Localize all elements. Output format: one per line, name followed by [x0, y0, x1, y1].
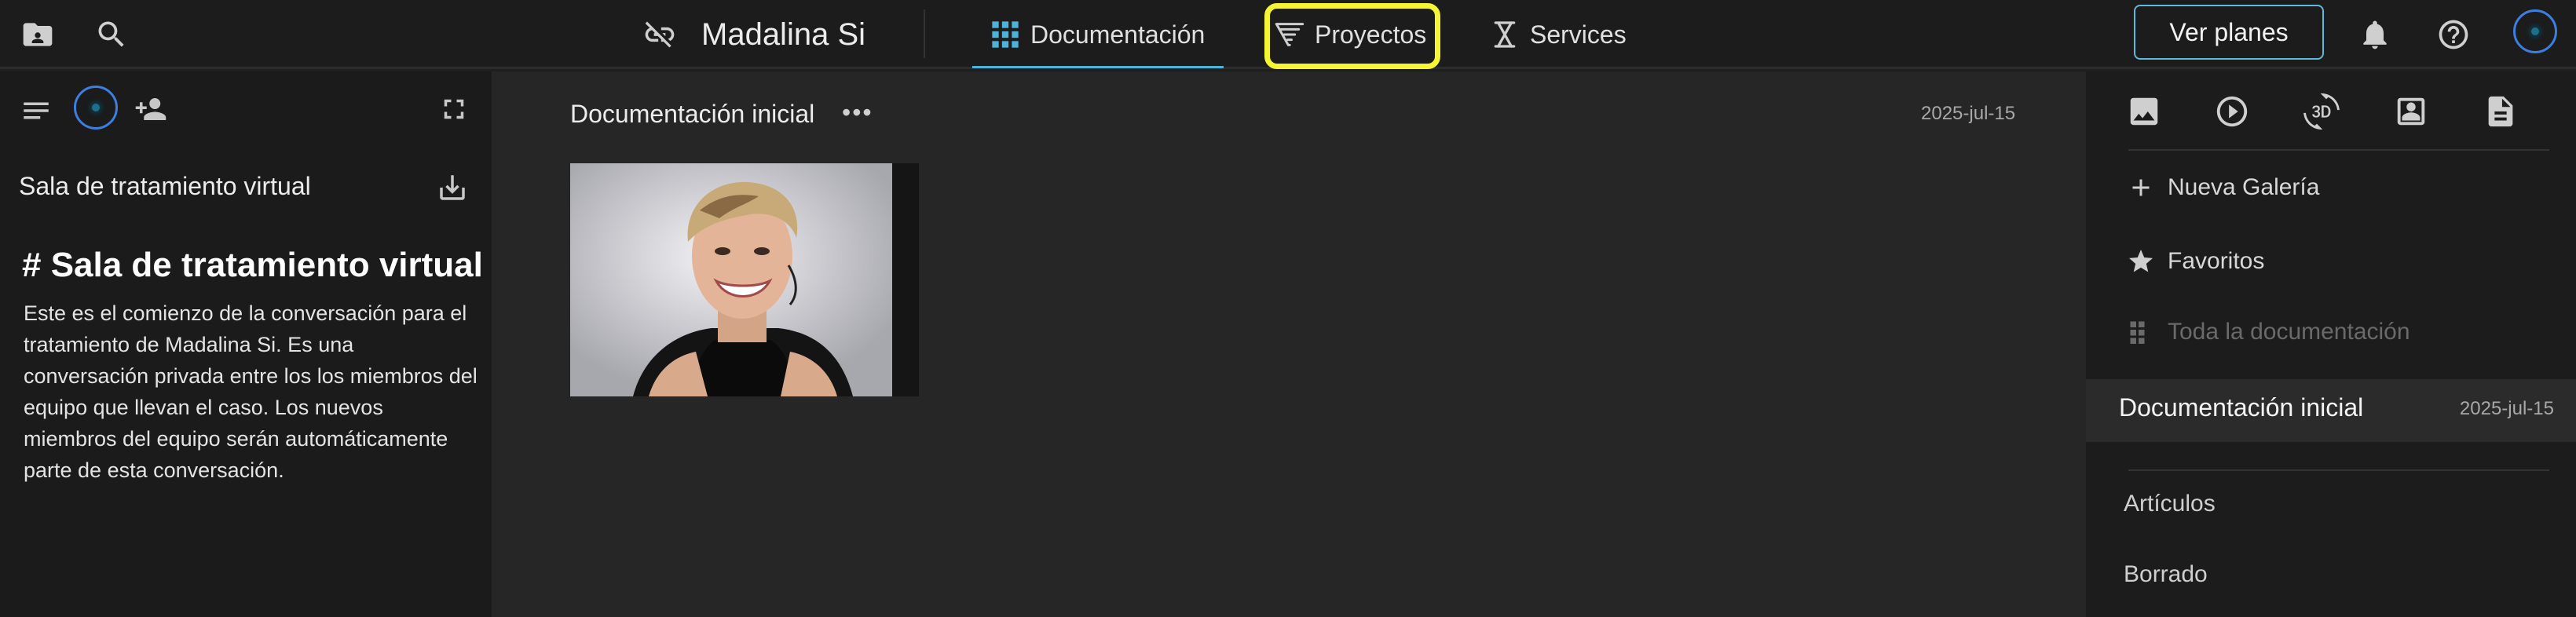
room-heading: # Sala de tratamiento virtual	[22, 246, 483, 284]
bell-icon[interactable]	[2356, 16, 2394, 53]
avatar-image	[92, 104, 100, 111]
unlink-icon[interactable]	[641, 16, 679, 53]
avatar-image	[2531, 27, 2539, 35]
play-icon[interactable]	[2212, 91, 2252, 132]
tab-services[interactable]: Services	[1489, 11, 1626, 58]
grid-icon	[992, 21, 1019, 48]
separator	[2128, 149, 2549, 151]
room-title: Sala de tratamiento virtual	[19, 172, 311, 200]
room-description: Este es el comienzo de la conversación p…	[24, 301, 478, 482]
tab-documentacion[interactable]: Documentación	[990, 11, 1205, 58]
gallery-date: 2025-jul-15	[1921, 103, 2016, 124]
download-icon[interactable]	[434, 169, 471, 206]
hourglass-icon	[1494, 21, 1516, 48]
trash-item[interactable]: Borrado	[2124, 561, 2208, 588]
user-avatar[interactable]	[2513, 9, 2557, 53]
active-tab-indicator	[972, 66, 1224, 68]
gallery-item-active[interactable]: Documentación inicial 2025-jul-15	[2086, 379, 2576, 442]
portrait-photo	[570, 163, 919, 396]
document-icon[interactable]	[2480, 91, 2521, 132]
menu-label: Favoritos	[2168, 248, 2265, 274]
header-divider	[924, 9, 925, 58]
top-bar: Madalina Si Documentación Proyectos Serv…	[0, 0, 2576, 69]
3d-icon[interactable]	[2301, 91, 2342, 132]
portrait-icon[interactable]	[2391, 91, 2431, 132]
ver-planes-button[interactable]: Ver planes	[2134, 5, 2324, 60]
gallery-item-date: 2025-jul-15	[2459, 398, 2554, 419]
photo-thumbnail[interactable]	[570, 163, 919, 396]
chat-panel: Sala de tratamiento virtual # Sala de tr…	[0, 71, 492, 617]
menu-label: Toda la documentación	[2168, 319, 2410, 345]
star-icon	[2129, 250, 2153, 272]
folder-person-icon[interactable]	[19, 16, 57, 53]
add-member-icon[interactable]	[132, 90, 170, 128]
gallery-item-title: Documentación inicial	[2119, 393, 2364, 422]
fullscreen-icon[interactable]	[435, 90, 473, 128]
menu-label: Nueva Galería	[2168, 174, 2320, 200]
articles-item[interactable]: Artículos	[2124, 491, 2216, 517]
patient-name: Madalina Si	[701, 17, 866, 52]
member-avatar[interactable]	[74, 86, 118, 130]
search-icon[interactable]	[93, 16, 130, 53]
separator	[2128, 469, 2549, 471]
new-gallery-button[interactable]: Nueva Galería	[2127, 166, 2319, 210]
grid-icon	[2130, 321, 2145, 344]
tab-label: Services	[1530, 20, 1626, 49]
plus-icon	[2132, 179, 2150, 196]
gallery-title: Documentación inicial	[570, 100, 815, 128]
documentation-sidebar: Nueva Galería Favoritos Toda la document…	[2086, 71, 2576, 617]
more-options-button[interactable]: •••	[842, 100, 873, 125]
image-icon[interactable]	[2124, 91, 2164, 132]
gallery-area: Documentación inicial ••• 2025-jul-15	[492, 71, 2086, 617]
favorites-item[interactable]: Favoritos	[2127, 239, 2264, 283]
highlight-box	[1264, 3, 1440, 69]
menu-icon[interactable]	[17, 92, 55, 130]
tab-label: Documentación	[1030, 20, 1206, 49]
help-icon[interactable]	[2435, 16, 2472, 53]
all-documentation-item: Toda la documentación	[2127, 310, 2410, 354]
